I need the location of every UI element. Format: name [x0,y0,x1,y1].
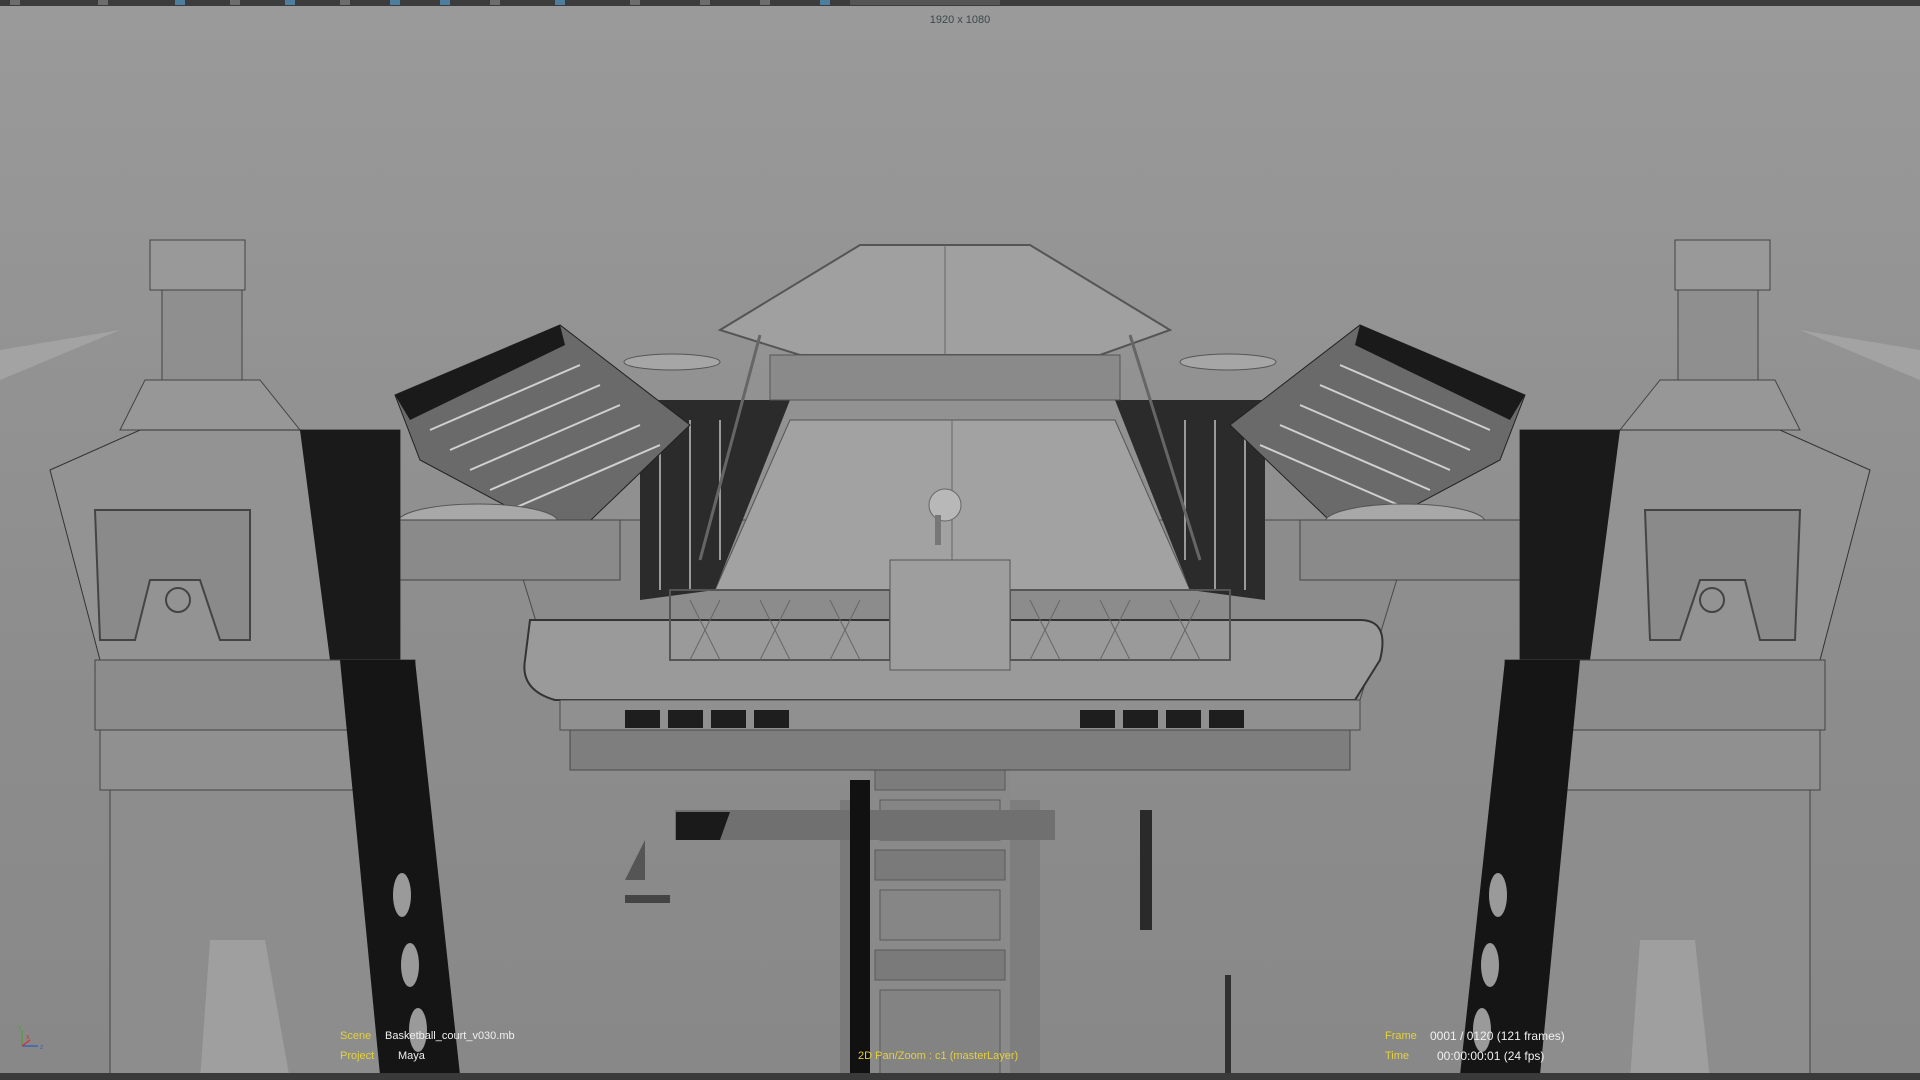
left-tower [49,239,460,1080]
axis-z-label: z [40,1044,44,1051]
hud-project-label: Project [340,1050,375,1062]
axis-gizmo-icon: y z x [18,1024,44,1051]
maya-viewport[interactable]: 1920 x 1080 y z x Scene Basketball_court… [0,0,1920,1080]
hud-frame-value: 0001 / 0120 (121 frames) [1430,1029,1565,1043]
hud-time-label: Time [1385,1050,1410,1062]
scene-render [0,239,1920,1080]
hud-camera-label: 2D Pan/Zoom : c1 (masterLayer) [858,1050,1019,1062]
hud-frame-label: Frame [1385,1030,1417,1042]
axis-y-label: y [18,1024,22,1031]
hud-time-value: 00:00:00:01 (24 fps) [1437,1049,1545,1063]
hud-scene-label: Scene [340,1030,372,1042]
axis-x-label: x [26,1034,30,1041]
viewport-bottom-bar [0,1073,1920,1080]
hud-scene-value: Basketball_court_v030.mb [385,1030,515,1042]
hud-project-value: Maya [398,1050,425,1062]
right-tower [1460,239,1871,1080]
